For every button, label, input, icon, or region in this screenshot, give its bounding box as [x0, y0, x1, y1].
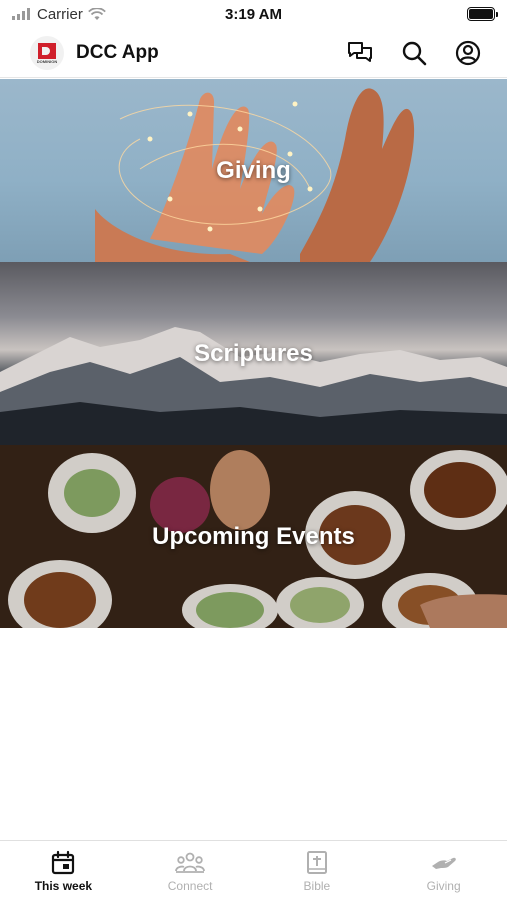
upcoming-events-tile-title: Upcoming Events: [152, 522, 355, 550]
content-tiles: Giving Scriptures Upcoming Events: [0, 79, 507, 628]
profile-icon[interactable]: [451, 36, 485, 70]
tab-label-bible: Bible: [303, 879, 331, 893]
tab-bible[interactable]: Bible: [254, 841, 381, 900]
giving-tile[interactable]: Giving: [0, 79, 507, 262]
chat-icon[interactable]: [343, 36, 377, 70]
logo-text: DOMINION: [36, 58, 58, 64]
people-icon: [175, 852, 206, 873]
carrier-label: Carrier: [37, 5, 83, 23]
giving-hand-icon: [431, 857, 456, 869]
tab-giving[interactable]: Giving: [380, 841, 507, 900]
battery-icon: [467, 7, 498, 21]
calendar-icon: [52, 850, 75, 875]
scriptures-tile[interactable]: Scriptures: [0, 262, 507, 445]
giving-tile-title: Giving: [216, 156, 291, 184]
search-icon[interactable]: [397, 36, 431, 70]
app-header: DOMINION DCC App: [0, 28, 507, 78]
logo-mark: [38, 42, 56, 59]
header-actions: [343, 36, 485, 70]
tab-label-connect: Connect: [167, 879, 213, 893]
signal-icon: [12, 8, 30, 20]
scriptures-tile-title: Scriptures: [194, 339, 313, 367]
bottom-tab-bar: This week Connect Bible Giving: [0, 840, 507, 900]
tab-label-this-week: This week: [34, 879, 93, 893]
status-left: Carrier: [12, 6, 106, 23]
status-bar: Carrier 3:19 AM: [0, 0, 507, 28]
app-title: DCC App: [76, 41, 159, 63]
tab-this-week[interactable]: This week: [0, 841, 127, 900]
upcoming-events-tile[interactable]: Upcoming Events: [0, 445, 507, 628]
bible-icon: [306, 851, 327, 874]
tab-label-giving: Giving: [426, 879, 461, 893]
tab-connect[interactable]: Connect: [127, 841, 254, 900]
app-logo[interactable]: DOMINION: [30, 35, 64, 70]
wifi-icon: [88, 7, 106, 20]
